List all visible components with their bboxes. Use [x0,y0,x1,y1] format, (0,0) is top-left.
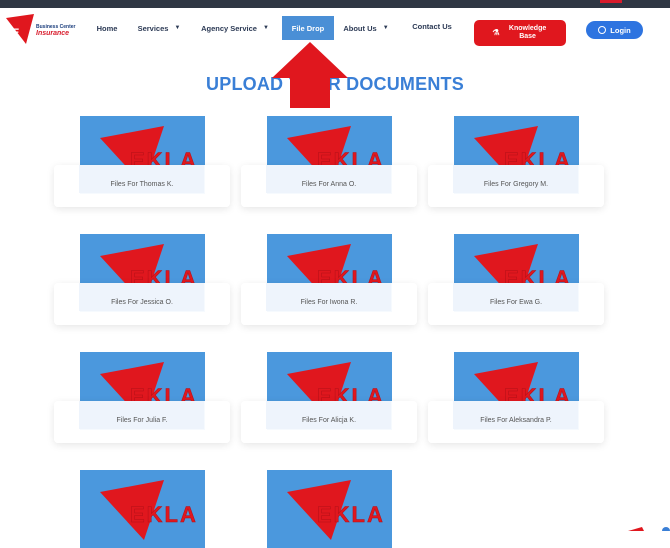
card-caption-backdrop [79,165,204,193]
nav-about-us-label: About Us [343,24,376,33]
user-circle-icon [598,26,606,34]
card-caption-box[interactable]: Files For Thomas K. [54,165,230,207]
flask-icon: ⚗ [492,29,499,37]
card-label[interactable]: Files For Aleksandra P. [428,417,604,424]
card-label[interactable]: Files For Gregory M. [428,181,604,188]
chevron-down-icon: ▼ [174,25,180,31]
card-label[interactable]: Files For Alicja K. [241,417,417,424]
card-label[interactable]: Files For Anna O. [241,181,417,188]
red-arrow-up-icon [270,42,350,108]
nav-agency-service[interactable]: Agency Service ▼ [198,16,272,40]
card-caption-box[interactable]: Files For Jessica O. [54,283,230,325]
card-caption-backdrop [266,165,391,193]
card-caption-box[interactable]: Files For Gregory M. [428,165,604,207]
card-caption-box[interactable]: Files For Julia F. [54,401,230,443]
card-caption-box[interactable]: Files For Anna O. [241,165,417,207]
card-caption-box[interactable]: Files For Iwona R. [241,283,417,325]
card-logo-image[interactable]: EKLA [80,470,205,548]
card-caption-backdrop [79,283,204,311]
card-caption-backdrop [266,283,391,311]
logo-mark-icon: E [6,14,36,46]
card-label[interactable]: Files For Julia F. [54,417,230,424]
card-caption-backdrop [453,283,578,311]
top-accent [600,0,622,3]
card-label[interactable]: Files For Thomas K. [54,181,230,188]
card-label[interactable]: Files For Iwona R. [241,299,417,306]
svg-text:EKLA: EKLA [317,502,385,527]
nav-contact-us-label: Contact Us [412,22,452,31]
card-label[interactable]: Files For Ewa G. [428,299,604,306]
card-label[interactable]: Files For Jessica O. [54,299,230,306]
logo-line-2: Insurance [36,30,69,37]
card-caption-box[interactable]: Files For Ewa G. [428,283,604,325]
nav-services[interactable]: Services ▼ [134,16,184,40]
nav-contact-us[interactable]: Contact Us [408,14,456,38]
knowledge-base-button[interactable]: ⚗ Knowledge Base [474,20,566,46]
chevron-down-icon: ▼ [263,25,269,31]
logo-mark-icon: EKLA [267,470,392,548]
nav-services-label: Services [138,24,169,33]
nav-file-drop-label: File Drop [292,24,325,33]
login-label: Login [610,26,630,35]
top-strip [0,0,670,8]
login-button[interactable]: Login [586,21,643,39]
nav-about-us[interactable]: About Us ▼ [340,16,392,40]
nav-home-label: Home [97,24,118,33]
svg-text:E: E [12,27,19,39]
card-caption-backdrop [266,401,391,429]
card-caption-backdrop [79,401,204,429]
nav-agency-service-label: Agency Service [201,24,257,33]
card-logo-image[interactable]: EKLA [267,470,392,548]
corner-widget-icon [628,525,670,531]
nav-home[interactable]: Home [92,16,122,40]
card-caption-box[interactable]: Files For Alicja K. [241,401,417,443]
card-caption-box[interactable]: Files For Aleksandra P. [428,401,604,443]
nav-file-drop[interactable]: File Drop [282,16,334,40]
site-logo[interactable]: E Business Center Insurance [6,14,74,48]
card-caption-backdrop [453,401,578,429]
svg-text:EKLA: EKLA [130,502,198,527]
logo-mark-icon: EKLA [80,470,205,548]
knowledge-base-label: Knowledge Base [508,25,548,41]
card-caption-backdrop [453,165,578,193]
chevron-down-icon: ▼ [383,25,389,31]
